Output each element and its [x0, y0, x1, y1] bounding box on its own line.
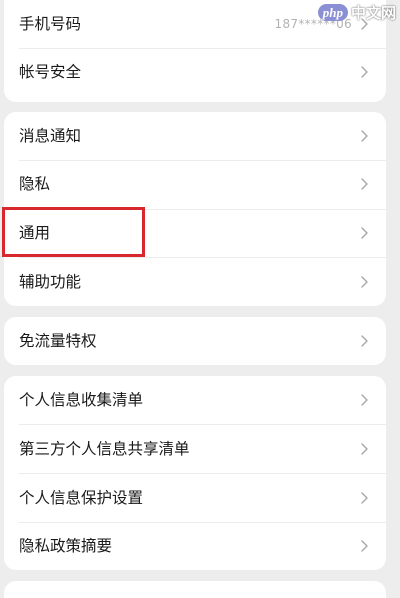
- chevron-right-icon: [361, 492, 368, 504]
- settings-item-privacy[interactable]: 隐私: [4, 160, 386, 208]
- settings-item-label: 隐私: [19, 175, 51, 193]
- watermark-logo: php: [317, 3, 348, 21]
- settings-screen: 手机号码 187******06 帐号安全 消息通知 隐私 通用 辅助功能 免流…: [0, 0, 400, 598]
- settings-item-accessibility[interactable]: 辅助功能: [4, 258, 386, 306]
- settings-item-label: 帐号安全: [19, 63, 82, 81]
- settings-item-personal-info-collection-list[interactable]: 个人信息收集清单: [4, 376, 386, 424]
- chevron-right-icon: [361, 276, 368, 288]
- highlight-box: [2, 207, 145, 257]
- settings-item-label: 隐私政策摘要: [19, 537, 113, 555]
- settings-group-personal-info: 个人信息收集清单 第三方个人信息共享清单 个人信息保护设置 隐私政策摘要: [4, 376, 386, 570]
- chevron-right-icon: [361, 66, 368, 78]
- chevron-right-icon: [361, 130, 368, 142]
- settings-group-data-free: 免流量特权: [4, 317, 386, 365]
- settings-item-label: 个人信息收集清单: [19, 391, 144, 409]
- watermark-text: 中文网: [350, 3, 396, 22]
- settings-item-privacy-policy-summary[interactable]: 隐私政策摘要: [4, 522, 386, 570]
- chevron-right-icon: [361, 394, 368, 406]
- settings-item-label: 辅助功能: [19, 273, 82, 291]
- chevron-right-icon: [361, 540, 368, 552]
- settings-item-label: 免流量特权: [19, 332, 97, 350]
- settings-item-data-free-privilege[interactable]: 免流量特权: [4, 317, 386, 365]
- settings-item-notifications[interactable]: 消息通知: [4, 112, 386, 160]
- settings-item-label: 手机号码: [19, 15, 82, 33]
- chevron-right-icon: [361, 178, 368, 190]
- settings-item-label: 消息通知: [19, 127, 82, 145]
- settings-item-third-party-sharing-list[interactable]: 第三方个人信息共享清单: [4, 425, 386, 473]
- chevron-right-icon: [361, 227, 368, 239]
- settings-item-label: 第三方个人信息共享清单: [19, 440, 190, 458]
- watermark: php 中文网: [317, 2, 396, 22]
- chevron-right-icon: [361, 443, 368, 455]
- settings-item-personal-info-protection[interactable]: 个人信息保护设置: [4, 474, 386, 522]
- settings-group-next: [4, 581, 386, 598]
- settings-item-account-security[interactable]: 帐号安全: [4, 48, 386, 96]
- chevron-right-icon: [361, 335, 368, 347]
- settings-item-label: 个人信息保护设置: [19, 489, 144, 507]
